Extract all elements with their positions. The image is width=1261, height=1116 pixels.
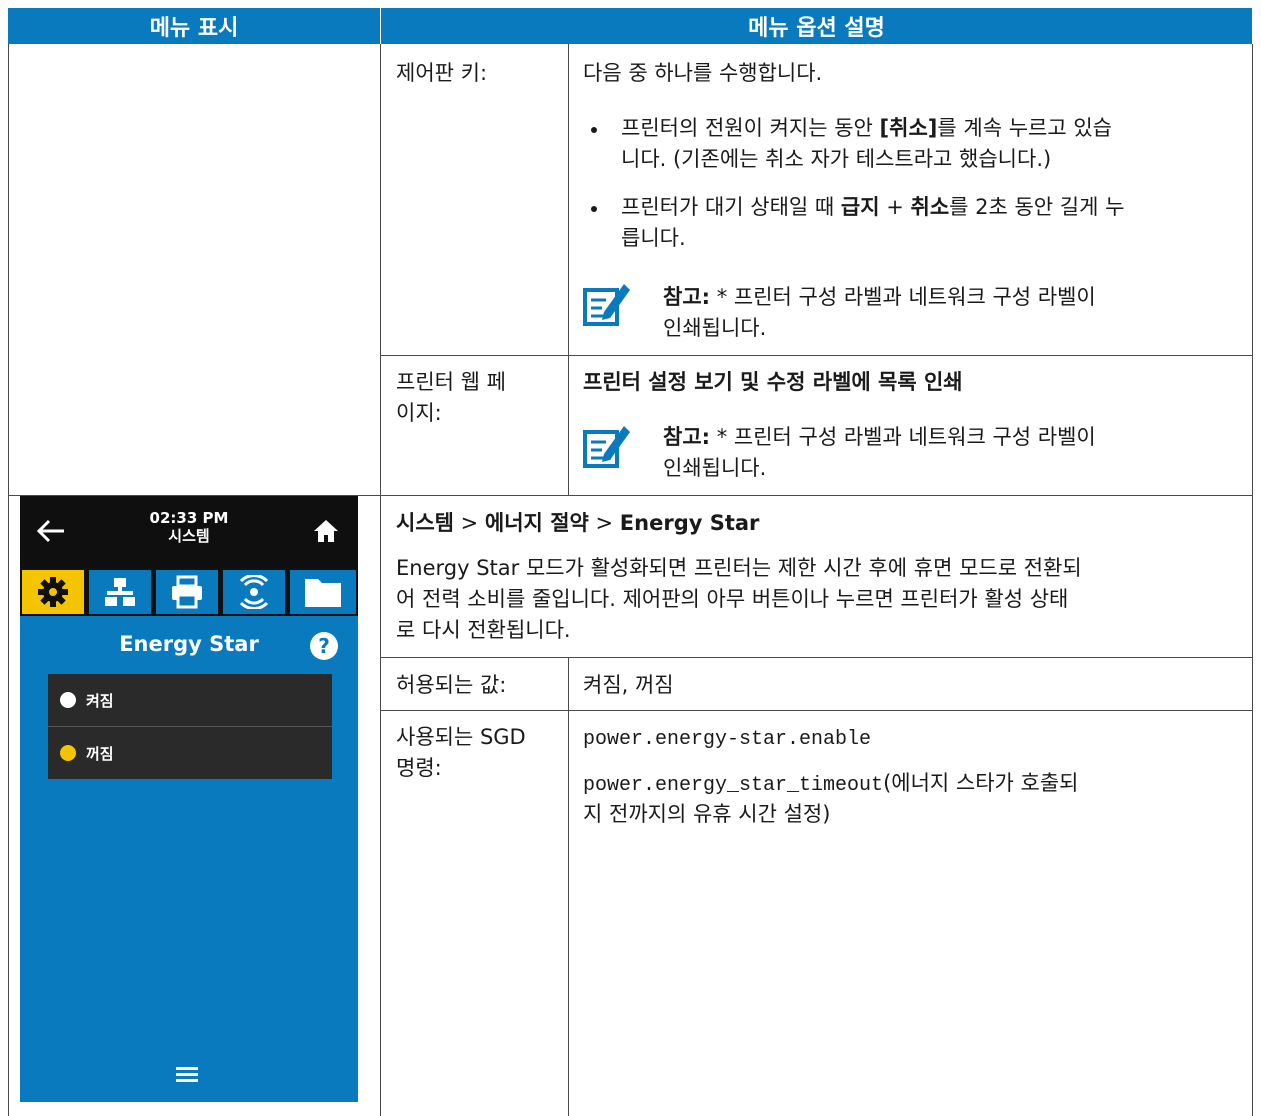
- energy-desc-line-2: 어 전력 소비를 줄입니다. 제어판의 아무 버튼이나 누르면 프린터가 활성 …: [396, 587, 1069, 611]
- gear-icon: [38, 577, 68, 607]
- printer-icon: [172, 575, 202, 609]
- grid-line: [8, 44, 9, 1116]
- grid-line: [380, 657, 1253, 658]
- bullet-1-line-2: 니다. (기존에는 취소 자가 테스트라고 했습니다.): [621, 147, 1052, 171]
- note-icon: [582, 278, 632, 328]
- note-2-line-2: 인쇄됩니다.: [663, 456, 767, 480]
- accepted-values: 켜짐, 꺼짐: [583, 673, 674, 697]
- note-1-line-2: 인쇄됩니다.: [663, 316, 767, 340]
- sgd-label-line-1: 사용되는 SGD: [396, 725, 526, 749]
- grid-line: [568, 44, 569, 496]
- home-icon[interactable]: [313, 518, 339, 544]
- network-icon: [105, 578, 135, 606]
- note-2-line-1: 참고: * 프린터 구성 라벨과 네트워크 구성 라벨이: [663, 425, 1096, 449]
- web-page-heading: 프린터 설정 보기 및 수정 라벨에 목록 인쇄: [583, 370, 963, 394]
- device-tab-bar: [20, 568, 358, 616]
- option-on[interactable]: 켜짐: [48, 674, 332, 727]
- device-title: 시스템: [168, 527, 210, 545]
- energy-desc-line-1: Energy Star 모드가 활성화되면 프린터는 제한 시간 후에 휴면 모…: [396, 556, 1082, 580]
- tab-network[interactable]: [89, 570, 151, 614]
- device-screen-title: Energy Star: [119, 632, 259, 656]
- control-panel-label: 제어판 키:: [396, 61, 488, 85]
- folder-icon: [305, 579, 341, 607]
- tab-wireless[interactable]: [223, 570, 285, 614]
- tab-print[interactable]: [156, 570, 218, 614]
- radio-selected: [60, 745, 76, 761]
- web-page-label-line-1: 프린터 웹 페: [396, 370, 506, 394]
- tab-storage[interactable]: [290, 570, 356, 614]
- sgd-label-line-2: 명령:: [396, 756, 442, 780]
- accepted-values-label: 허용되는 값:: [396, 673, 507, 697]
- device-screen: 02:33 PM 시스템 Energy Star ? 켜짐 꺼짐: [20, 496, 358, 1102]
- grid-line: [568, 658, 569, 1116]
- bullet-2-line-1: 프린터가 대기 상태일 때 급지 + 취소를 2초 동안 길게 누: [621, 195, 1125, 219]
- bullet: [591, 127, 597, 133]
- control-panel-intro: 다음 중 하나를 수행합니다.: [583, 61, 823, 85]
- note-icon: [582, 420, 632, 470]
- grid-line: [1252, 44, 1253, 1116]
- note-1-line-1: 참고: * 프린터 구성 라벨과 네트워크 구성 라벨이: [663, 285, 1096, 309]
- sgd-command-timeout: power.energy_star_timeout(에너지 스타가 호출되: [583, 771, 1079, 797]
- radio-unselected: [60, 692, 76, 708]
- energy-desc-line-3: 로 다시 전환됩니다.: [396, 618, 571, 642]
- energy-menu-path: 시스템 > 에너지 절약 > Energy Star: [396, 511, 760, 535]
- header-menu-description: 메뉴 옵션 설명: [381, 8, 1252, 44]
- grid-line: [380, 710, 1253, 711]
- back-arrow-icon[interactable]: [36, 518, 66, 544]
- bullet-2-line-2: 릅니다.: [621, 226, 686, 250]
- option-on-label: 켜짐: [86, 691, 114, 710]
- device-time: 02:33 PM: [149, 509, 229, 527]
- help-icon[interactable]: ?: [310, 632, 338, 660]
- bullet-1-line-1: 프린터의 전원이 켜지는 동안 [취소]를 계속 누르고 있습: [621, 116, 1112, 140]
- grid-line: [380, 355, 1253, 356]
- header-menu-display: 메뉴 표시: [8, 8, 380, 44]
- option-off[interactable]: 꺼짐: [48, 727, 332, 779]
- sgd-command-enable: power.energy-star.enable: [583, 728, 872, 751]
- option-off-label: 꺼짐: [86, 744, 114, 763]
- bullet: [591, 206, 597, 212]
- wireless-icon: [239, 575, 269, 609]
- web-page-label-line-2: 이지:: [396, 401, 442, 425]
- sgd-command-timeout-note: 지 전까지의 유휴 시간 설정): [583, 802, 831, 826]
- device-status-bar: 02:33 PM 시스템: [20, 496, 358, 568]
- menu-icon[interactable]: [176, 1066, 198, 1082]
- grid-line: [380, 44, 381, 1116]
- tab-settings[interactable]: [22, 570, 84, 614]
